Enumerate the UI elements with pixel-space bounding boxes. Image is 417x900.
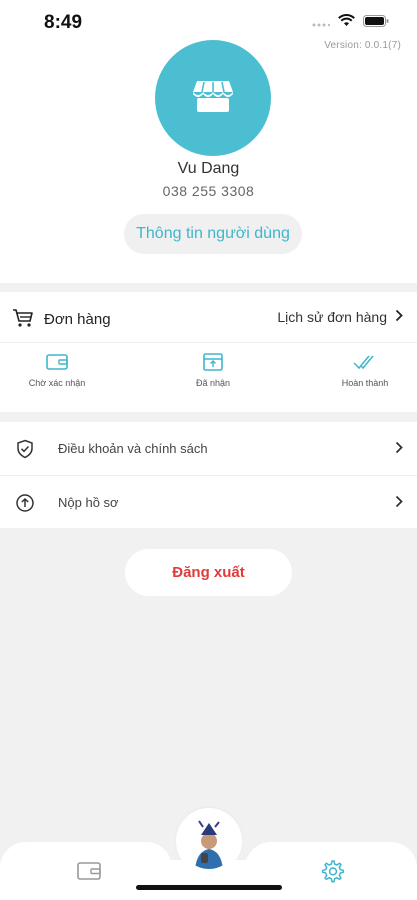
status-icons xyxy=(312,14,389,32)
order-history-label: Lịch sử đơn hàng xyxy=(277,309,387,325)
user-avatar xyxy=(181,813,237,869)
user-phone: 038 255 3308 xyxy=(162,183,255,199)
wallet-icon xyxy=(76,860,102,887)
center-profile-button[interactable] xyxy=(176,808,242,874)
menu-item-submit-documents[interactable]: Nộp hồ sơ xyxy=(0,476,417,529)
double-check-icon xyxy=(310,352,417,372)
tab-settings[interactable] xyxy=(245,842,417,900)
status-completed[interactable]: Hoàn thành xyxy=(310,352,417,388)
orders-section: Đơn hàng Lịch sử đơn hàng Chờ xác nhận Đ… xyxy=(0,292,417,412)
receive-box-icon xyxy=(158,352,268,372)
profile-header: 8:49 Version: 0.0.1(7) Vu Dang 038 255 3… xyxy=(0,0,417,283)
avatar[interactable] xyxy=(155,40,271,156)
status-received-label: Đã nhận xyxy=(195,378,231,388)
chevron-right-icon xyxy=(395,495,403,513)
shield-check-icon xyxy=(15,439,35,464)
orders-row: Đơn hàng Lịch sử đơn hàng xyxy=(0,292,417,343)
user-name: Vu Dang xyxy=(177,160,240,177)
settings-menu: Điều khoản và chính sách Nộp hồ sơ xyxy=(0,422,417,528)
orders-label: Đơn hàng xyxy=(44,311,111,328)
upload-circle-icon xyxy=(15,493,35,518)
menu-item-submit-documents-label: Nộp hồ sơ xyxy=(58,495,119,510)
chevron-right-icon xyxy=(395,309,403,325)
menu-item-terms-label: Điều khoản và chính sách xyxy=(58,441,208,456)
version-label: Version: 0.0.1(7) xyxy=(324,40,401,51)
store-icon xyxy=(192,79,234,118)
menu-item-terms[interactable]: Điều khoản và chính sách xyxy=(0,422,417,475)
chevron-right-icon xyxy=(395,441,403,459)
wifi-icon xyxy=(338,14,355,32)
gear-icon xyxy=(319,859,345,890)
status-pending-label: Chờ xác nhận xyxy=(28,378,86,388)
logout-button[interactable]: Đăng xuất xyxy=(125,549,292,596)
status-time: 8:49 xyxy=(44,12,83,33)
status-pending[interactable]: Chờ xác nhận xyxy=(2,352,112,388)
wallet-icon xyxy=(2,352,112,372)
tab-wallet[interactable] xyxy=(0,842,172,900)
cart-icon xyxy=(12,308,34,333)
battery-icon xyxy=(363,14,389,32)
signal-icon xyxy=(312,14,331,32)
user-info-button[interactable]: Thông tin người dùng xyxy=(124,214,302,254)
status-completed-label: Hoàn thành xyxy=(341,378,389,388)
status-received[interactable]: Đã nhận xyxy=(158,352,268,388)
home-indicator xyxy=(136,885,282,890)
order-history-link[interactable]: Lịch sử đơn hàng xyxy=(277,309,403,325)
